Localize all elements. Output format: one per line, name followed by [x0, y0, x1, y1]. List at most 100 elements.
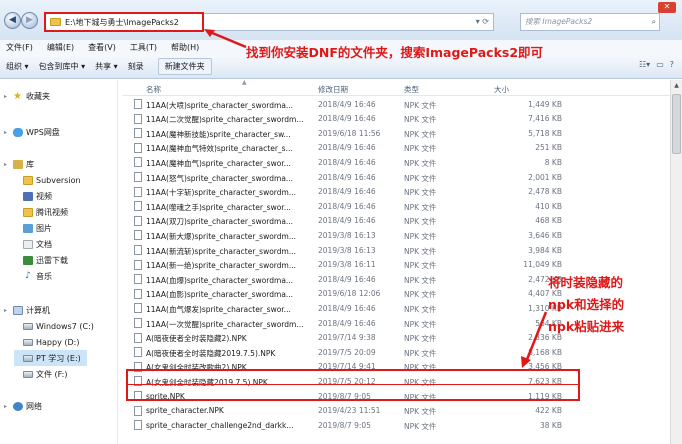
scroll-thumb[interactable]: [672, 94, 681, 154]
burn-button[interactable]: 刻录: [128, 61, 154, 72]
file-type: NPK 文件: [404, 202, 437, 212]
help-icon[interactable]: ?: [670, 60, 674, 69]
file-icon: [134, 274, 142, 285]
column-name[interactable]: 名称: [146, 84, 161, 95]
file-icon: [134, 113, 142, 124]
sidebar-item-label: 库: [26, 159, 34, 169]
sidebar-item-label: 计算机: [26, 305, 50, 315]
scroll-up-icon[interactable]: ▲: [671, 80, 682, 92]
file-row[interactable]: 11AA(新大爆)sprite_character_swordm... 2019/…: [122, 228, 670, 243]
expand-icon[interactable]: ▸: [4, 129, 10, 136]
file-name: 11AA(魔神血气特效)sprite_character_s...: [146, 144, 293, 154]
file-size: 5,718 KB: [528, 128, 562, 138]
folder-icon: [50, 18, 61, 26]
column-size[interactable]: 大小: [494, 84, 509, 95]
file-row[interactable]: 11AA(二次觉醒)sprite_character_swordm... 2018…: [122, 112, 670, 127]
menu-view[interactable]: 查看(V): [86, 42, 118, 53]
file-name: 11AA(十字斩)sprite_character_swordm...: [146, 188, 296, 198]
expand-icon[interactable]: ▸: [4, 403, 10, 410]
file-row[interactable]: 11AA(魔神血气)sprite_character_swor... 2018/4…: [122, 155, 670, 170]
picture-icon: [23, 223, 33, 233]
menu-edit[interactable]: 编辑(E): [45, 42, 76, 53]
network-icon: [13, 401, 23, 411]
sidebar-item[interactable]: ▸ 网络: [4, 398, 42, 414]
file-date: 2018/4/9 16:46: [318, 303, 376, 313]
close-window-button[interactable]: ✕: [658, 2, 676, 13]
sidebar-item-label: Windows7 (C:): [36, 321, 94, 331]
sidebar-item-label: 文件 (F:): [36, 369, 68, 379]
sidebar-item[interactable]: 视频: [14, 188, 52, 204]
sidebar-item[interactable]: Windows7 (C:): [14, 318, 94, 334]
file-row[interactable]: 11AA(魔神新技能)sprite_character_sw... 2019/6/…: [122, 126, 670, 141]
file-row[interactable]: 11AA(新流斩)sprite_character_swordm... 2019/…: [122, 243, 670, 258]
vertical-scrollbar[interactable]: ▲: [670, 80, 682, 444]
file-name: 11AA(噬魂之手)sprite_character_swor...: [146, 202, 291, 212]
sidebar-item[interactable]: ▸ 库: [4, 156, 34, 172]
column-date[interactable]: 修改日期: [318, 84, 348, 95]
expand-icon[interactable]: ▸: [4, 307, 10, 314]
file-size: 468 KB: [535, 216, 562, 226]
file-date: 2018/4/9 16:46: [318, 216, 376, 226]
expand-icon[interactable]: ▸: [4, 93, 10, 100]
sidebar-item[interactable]: 文档: [14, 236, 52, 252]
sidebar-item[interactable]: 迅雷下载: [14, 252, 68, 268]
file-row[interactable]: 11AA(大喷)sprite_character_swordma... 2018/…: [122, 97, 670, 112]
sidebar-item[interactable]: ♪ 音乐: [14, 268, 52, 284]
include-in-library-button[interactable]: 包含到库中 ▾: [39, 61, 96, 72]
search-input[interactable]: 搜索 ImagePacks2 ⌕: [520, 13, 660, 31]
annotation-side-line-3: npk粘贴进来: [548, 319, 625, 334]
sidebar-item[interactable]: Happy (D:): [14, 334, 79, 350]
sidebar-item[interactable]: 图片: [14, 220, 52, 236]
file-name: 11AA(怒气)sprite_character_swordma...: [146, 173, 294, 183]
file-name: sprite_character.NPK: [146, 406, 224, 416]
sidebar-item[interactable]: 文件 (F:): [14, 366, 67, 382]
refresh-icon[interactable]: ▾ ⟳: [476, 17, 489, 26]
file-row[interactable]: sprite_character.NPK 2019/4/23 11:51 NPK 文…: [122, 404, 670, 419]
drive-icon: [23, 354, 33, 362]
sidebar-item[interactable]: Subversion: [14, 172, 81, 188]
file-size: 251 KB: [535, 143, 562, 153]
file-name: A(暗夜使者全时装隐藏2019.7.5).NPK: [146, 348, 276, 358]
view-options-icon[interactable]: ☷▾: [639, 60, 650, 69]
file-row[interactable]: 11AA(十字斩)sprite_character_swordm... 2018/…: [122, 185, 670, 200]
file-name: 11AA(新流斩)sprite_character_swordm...: [146, 246, 296, 256]
menu-help[interactable]: 帮助(H): [169, 42, 201, 53]
address-field[interactable]: E:\地下城与勇士\ImagePacks2: [44, 12, 204, 32]
sidebar-item[interactable]: ▸ 计算机: [4, 302, 50, 318]
menu-file[interactable]: 文件(F): [4, 42, 35, 53]
sidebar-item[interactable]: ▸ WPS网盘: [4, 124, 60, 140]
file-type: NPK 文件: [404, 290, 437, 300]
sidebar-item-label: 网络: [26, 401, 42, 411]
file-date: 2018/4/9 16:46: [318, 172, 376, 182]
share-button[interactable]: 共享 ▾: [95, 61, 128, 72]
file-row[interactable]: 11AA(新一绝)sprite_character_swordm... 2019/…: [122, 258, 670, 273]
file-date: 2019/7/14 9:38: [318, 333, 376, 343]
file-row[interactable]: sprite_character_challenge2nd_darkk... 20…: [122, 418, 670, 433]
column-type[interactable]: 类型: [404, 84, 419, 95]
file-icon: [134, 142, 142, 153]
file-name: A(暗夜使者全时装隐藏2).NPK: [146, 334, 247, 344]
expand-icon[interactable]: ▸: [4, 161, 10, 168]
forward-button[interactable]: ▶: [21, 12, 38, 29]
preview-pane-icon[interactable]: ▭: [656, 60, 664, 69]
sidebar-item[interactable]: 腾讯视频: [14, 204, 68, 220]
menu-tools[interactable]: 工具(T): [128, 42, 159, 53]
sidebar-item[interactable]: ▸ ★ 收藏夹: [4, 88, 50, 104]
file-row[interactable]: A(暗夜使者全时装隐藏2019.7.5).NPK 2019/7/5 20:09 NP…: [122, 345, 670, 360]
file-row[interactable]: 11AA(魔神血气特效)sprite_character_s... 2018/4/…: [122, 141, 670, 156]
organize-button[interactable]: 组织 ▾: [6, 61, 39, 72]
sidebar-item-label: 图片: [36, 223, 52, 233]
file-type: NPK 文件: [404, 144, 437, 154]
back-button[interactable]: ◀: [4, 12, 21, 29]
file-name: sprite_character_challenge2nd_darkk...: [146, 420, 294, 430]
annotation-side-line-1: 将时装隐藏的: [548, 275, 624, 290]
file-row[interactable]: 11AA(双刀)sprite_character_swordma... 2018/…: [122, 214, 670, 229]
file-row[interactable]: 11AA(怒气)sprite_character_swordma... 2018/…: [122, 170, 670, 185]
file-date: 2018/4/9 16:46: [318, 157, 376, 167]
file-size: 8 KB: [544, 157, 562, 167]
document-icon: [23, 239, 33, 249]
sidebar-item[interactable]: PT 学习 (E:): [14, 350, 87, 366]
new-folder-button[interactable]: 新建文件夹: [157, 58, 212, 75]
file-row[interactable]: 11AA(噬魂之手)sprite_character_swor... 2018/4…: [122, 199, 670, 214]
file-icon: [134, 99, 142, 109]
